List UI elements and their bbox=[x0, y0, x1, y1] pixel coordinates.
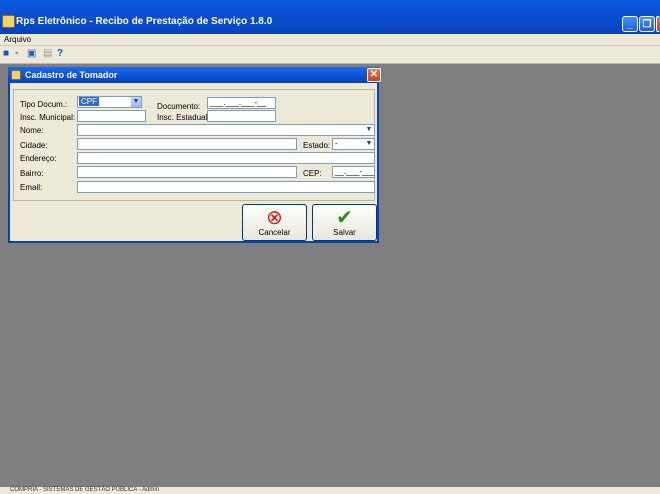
cancel-label: Cancelar bbox=[258, 228, 291, 237]
email-label: Email: bbox=[20, 183, 43, 192]
estado-label: Estado: bbox=[303, 141, 331, 150]
chevron-down-icon: ▼ bbox=[364, 125, 374, 135]
dialog-titlebar: Cadastro de Tomador ✕ bbox=[8, 67, 381, 83]
documento-label: Documento: bbox=[157, 102, 201, 111]
dialog-icon bbox=[11, 70, 21, 80]
insc-estadual-label: Insc. Estadual: bbox=[157, 113, 210, 122]
close-icon: ✕ bbox=[369, 69, 379, 80]
print-icon[interactable]: ▤ bbox=[43, 49, 53, 59]
minimize-button[interactable]: _ bbox=[622, 16, 638, 32]
endereco-input[interactable] bbox=[77, 152, 375, 164]
documento-input[interactable]: ___.___.___-__ bbox=[207, 97, 276, 109]
cadastro-tomador-dialog: Cadastro de Tomador ✕ Tipo Docum.: CPF ▼… bbox=[8, 67, 381, 243]
menu-arquivo[interactable]: Arquivo bbox=[4, 35, 31, 44]
chevron-down-icon: ▼ bbox=[364, 139, 374, 149]
estado-value: - bbox=[335, 139, 338, 148]
save-icon[interactable]: ■ bbox=[3, 49, 13, 59]
close-window-button[interactable] bbox=[656, 16, 660, 32]
bairro-input[interactable] bbox=[77, 166, 297, 178]
cancel-icon: ⊗ bbox=[266, 207, 283, 229]
app-icon bbox=[2, 15, 15, 28]
dialog-close-button[interactable]: ✕ bbox=[367, 68, 381, 82]
window-title: Rps Eletrônico - Recibo de Prestação de … bbox=[16, 16, 273, 27]
save-button[interactable]: ✔ Salvar bbox=[312, 204, 377, 241]
window-titlebar: Rps Eletrônico - Recibo de Prestação de … bbox=[0, 0, 660, 34]
estado-select[interactable]: - ▼ bbox=[332, 138, 375, 150]
screen-icon[interactable]: ▣ bbox=[27, 49, 37, 59]
cidade-label: Cidade: bbox=[20, 141, 48, 150]
maximize-button[interactable]: ❐ bbox=[639, 16, 655, 32]
save-label: Salvar bbox=[333, 228, 356, 237]
minimize-icon: _ bbox=[627, 18, 633, 30]
insc-estadual-input[interactable] bbox=[207, 110, 276, 122]
nome-select[interactable]: ▼ bbox=[77, 124, 375, 136]
maximize-icon: ❐ bbox=[642, 18, 652, 30]
tipo-doc-select[interactable]: CPF ▼ bbox=[77, 96, 142, 108]
endereco-label: Endereço: bbox=[20, 154, 57, 163]
cidade-input[interactable] bbox=[77, 138, 297, 150]
cancel-button[interactable]: ⊗ Cancelar bbox=[242, 204, 307, 241]
statusbar: COMPRIA - SISTEMAS DE GESTÃO PÚBLICA - A… bbox=[0, 487, 660, 494]
insc-municipal-input[interactable] bbox=[77, 110, 146, 122]
help-icon[interactable]: ? bbox=[57, 49, 67, 59]
menubar: Arquivo bbox=[0, 34, 660, 46]
delete-icon[interactable]: ▪ bbox=[15, 49, 25, 59]
bairro-label: Bairro: bbox=[20, 169, 44, 178]
cep-label: CEP: bbox=[303, 169, 322, 178]
checkmark-icon: ✔ bbox=[336, 207, 353, 229]
cep-input[interactable]: __.___-___ bbox=[332, 166, 375, 178]
toolbar: ■ ▪ ▣ ▤ ? bbox=[0, 46, 660, 64]
status-text: COMPRIA - SISTEMAS DE GESTÃO PÚBLICA - A… bbox=[10, 487, 160, 493]
nome-label: Nome: bbox=[20, 126, 44, 135]
tipo-doc-label: Tipo Docum.: bbox=[20, 100, 68, 109]
tipo-doc-value: CPF bbox=[79, 97, 99, 106]
email-input[interactable] bbox=[77, 181, 375, 193]
dialog-title: Cadastro de Tomador bbox=[25, 70, 118, 80]
form-group: Tipo Docum.: CPF ▼ Documento: ___.___.__… bbox=[13, 89, 375, 201]
insc-municipal-label: Insc. Municipal: bbox=[20, 113, 76, 122]
chevron-down-icon: ▼ bbox=[131, 97, 141, 107]
